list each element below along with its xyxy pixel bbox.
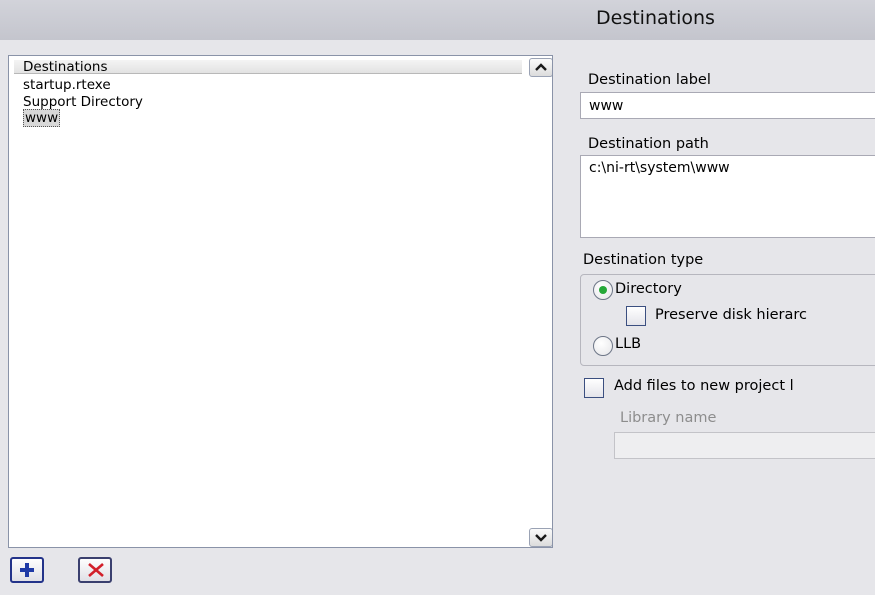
list-column-header: Destinations [14,60,522,74]
destination-label-caption: Destination label [588,72,711,88]
page-title: Destinations [596,7,715,29]
library-name-input[interactable] [614,432,875,459]
chevron-up-icon [535,63,547,71]
destination-type-caption: Destination type [583,252,704,268]
delete-destination-button[interactable] [78,557,112,583]
destination-type-group: Directory Preserve disk hierarc LLB [580,274,875,366]
list-item[interactable]: startup.rtexe [14,77,522,94]
plus-icon [20,563,34,577]
destination-path-caption: Destination path [588,136,709,152]
add-destination-button[interactable] [10,557,44,583]
chevron-down-icon [535,534,547,542]
destination-label-input[interactable] [580,92,875,119]
list-item-selected[interactable]: www [14,109,522,127]
x-icon [88,563,104,577]
library-name-caption: Library name [620,410,717,426]
list-item-label: Support Directory [23,93,143,110]
preserve-disk-hierarchy-label: Preserve disk hierarc [655,307,807,323]
radio-selected-dot [599,286,607,294]
directory-radio-label: Directory [615,281,682,297]
list-item[interactable]: Support Directory [14,94,522,111]
add-files-label: Add files to new project l [614,378,794,394]
llb-radio[interactable] [593,336,613,356]
header-bar: Destinations [0,0,875,40]
llb-radio-label: LLB [615,336,642,352]
add-files-checkbox[interactable] [584,378,604,398]
destination-path-input[interactable]: c:\ni-rt\system\www [580,155,875,238]
destinations-page: Destinations Destinations startup.rtexe … [0,0,875,595]
scroll-down-button[interactable] [529,528,552,547]
list-item-label: startup.rtexe [23,77,111,93]
list-body: startup.rtexe Support Directory www [14,77,522,127]
directory-radio[interactable] [593,280,613,300]
preserve-disk-hierarchy-checkbox[interactable] [626,306,646,326]
list-item-label: www [23,109,61,127]
scroll-up-button[interactable] [529,58,552,77]
destinations-listbox[interactable]: Destinations startup.rtexe Support Direc… [8,55,553,548]
